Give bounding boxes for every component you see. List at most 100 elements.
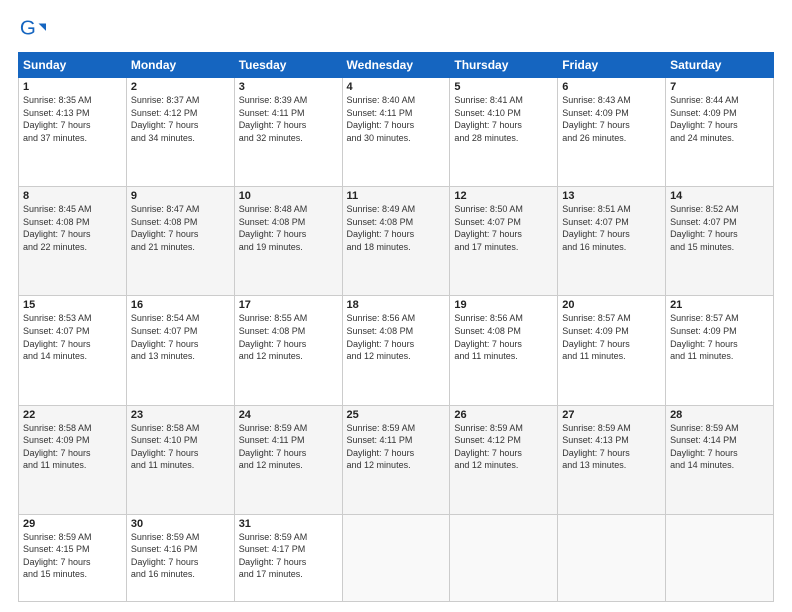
day-cell: 16 Sunrise: 8:54 AM Sunset: 4:07 PM Dayli… (126, 296, 234, 405)
day-info: Sunrise: 8:49 AM Sunset: 4:08 PM Dayligh… (347, 204, 416, 252)
day-info: Sunrise: 8:59 AM Sunset: 4:11 PM Dayligh… (347, 423, 416, 471)
day-cell: 14 Sunrise: 8:52 AM Sunset: 4:07 PM Dayli… (666, 187, 774, 296)
day-cell (342, 514, 450, 601)
day-number: 2 (131, 81, 230, 93)
day-info: Sunrise: 8:55 AM Sunset: 4:08 PM Dayligh… (239, 313, 308, 361)
week-row-1: 1 Sunrise: 8:35 AM Sunset: 4:13 PM Daylig… (19, 78, 774, 187)
day-number: 14 (670, 190, 769, 202)
day-cell: 17 Sunrise: 8:55 AM Sunset: 4:08 PM Dayli… (234, 296, 342, 405)
week-row-5: 29Sunrise: 8:59 AM Sunset: 4:15 PM Dayli… (19, 514, 774, 601)
day-number: 15 (23, 299, 122, 311)
day-cell: 2 Sunrise: 8:37 AM Sunset: 4:12 PM Daylig… (126, 78, 234, 187)
day-cell: 20 Sunrise: 8:57 AM Sunset: 4:09 PM Dayli… (558, 296, 666, 405)
page: G SundayMondayTuesdayWednesdayThursdayFr… (0, 0, 792, 612)
day-number: 1 (23, 81, 122, 93)
day-number: 11 (347, 190, 446, 202)
day-cell: 10Sunrise: 8:48 AM Sunset: 4:08 PM Dayli… (234, 187, 342, 296)
day-cell: 6 Sunrise: 8:43 AM Sunset: 4:09 PM Daylig… (558, 78, 666, 187)
day-number: 8 (23, 190, 122, 202)
day-cell: 18Sunrise: 8:56 AM Sunset: 4:08 PM Dayli… (342, 296, 450, 405)
weekday-monday: Monday (126, 53, 234, 78)
weekday-sunday: Sunday (19, 53, 127, 78)
day-number: 24 (239, 409, 338, 421)
day-info: Sunrise: 8:58 AM Sunset: 4:10 PM Dayligh… (131, 423, 200, 471)
day-info: Sunrise: 8:53 AM Sunset: 4:07 PM Dayligh… (23, 313, 92, 361)
day-cell: 30 Sunrise: 8:59 AM Sunset: 4:16 PM Dayli… (126, 514, 234, 601)
day-info: Sunrise: 8:47 AM Sunset: 4:08 PM Dayligh… (131, 204, 200, 252)
day-info: Sunrise: 8:59 AM Sunset: 4:13 PM Dayligh… (562, 423, 631, 471)
day-number: 17 (239, 299, 338, 311)
day-number: 10 (239, 190, 338, 202)
day-cell: 1 Sunrise: 8:35 AM Sunset: 4:13 PM Daylig… (19, 78, 127, 187)
weekday-header-row: SundayMondayTuesdayWednesdayThursdayFrid… (19, 53, 774, 78)
day-info: Sunrise: 8:44 AM Sunset: 4:09 PM Dayligh… (670, 95, 739, 143)
weekday-friday: Friday (558, 53, 666, 78)
day-number: 12 (454, 190, 553, 202)
logo: G (18, 16, 50, 44)
day-info: Sunrise: 8:50 AM Sunset: 4:07 PM Dayligh… (454, 204, 523, 252)
day-info: Sunrise: 8:59 AM Sunset: 4:16 PM Dayligh… (131, 532, 200, 580)
day-cell (558, 514, 666, 601)
day-info: Sunrise: 8:57 AM Sunset: 4:09 PM Dayligh… (562, 313, 631, 361)
day-cell: 4Sunrise: 8:40 AM Sunset: 4:11 PM Daylig… (342, 78, 450, 187)
day-cell: 7 Sunrise: 8:44 AM Sunset: 4:09 PM Daylig… (666, 78, 774, 187)
day-cell: 25 Sunrise: 8:59 AM Sunset: 4:11 PM Dayli… (342, 405, 450, 514)
day-cell: 8 Sunrise: 8:45 AM Sunset: 4:08 PM Daylig… (19, 187, 127, 296)
day-number: 30 (131, 518, 230, 530)
day-number: 21 (670, 299, 769, 311)
day-number: 18 (347, 299, 446, 311)
day-cell: 26Sunrise: 8:59 AM Sunset: 4:12 PM Dayli… (450, 405, 558, 514)
day-info: Sunrise: 8:52 AM Sunset: 4:07 PM Dayligh… (670, 204, 739, 252)
day-info: Sunrise: 8:59 AM Sunset: 4:11 PM Dayligh… (239, 423, 308, 471)
day-number: 25 (347, 409, 446, 421)
week-row-3: 15 Sunrise: 8:53 AM Sunset: 4:07 PM Dayli… (19, 296, 774, 405)
day-info: Sunrise: 8:37 AM Sunset: 4:12 PM Dayligh… (131, 95, 200, 143)
day-info: Sunrise: 8:43 AM Sunset: 4:09 PM Dayligh… (562, 95, 631, 143)
day-cell: 9 Sunrise: 8:47 AM Sunset: 4:08 PM Daylig… (126, 187, 234, 296)
day-cell: 22 Sunrise: 8:58 AM Sunset: 4:09 PM Dayli… (19, 405, 127, 514)
day-cell: 27 Sunrise: 8:59 AM Sunset: 4:13 PM Dayli… (558, 405, 666, 514)
calendar-table: SundayMondayTuesdayWednesdayThursdayFrid… (18, 52, 774, 602)
day-info: Sunrise: 8:40 AM Sunset: 4:11 PM Dayligh… (347, 95, 416, 143)
day-info: Sunrise: 8:58 AM Sunset: 4:09 PM Dayligh… (23, 423, 92, 471)
day-number: 5 (454, 81, 553, 93)
day-info: Sunrise: 8:45 AM Sunset: 4:08 PM Dayligh… (23, 204, 92, 252)
day-number: 23 (131, 409, 230, 421)
day-number: 22 (23, 409, 122, 421)
svg-text:G: G (20, 17, 36, 40)
day-number: 26 (454, 409, 553, 421)
day-number: 3 (239, 81, 338, 93)
day-number: 7 (670, 81, 769, 93)
weekday-wednesday: Wednesday (342, 53, 450, 78)
day-number: 31 (239, 518, 338, 530)
day-info: Sunrise: 8:54 AM Sunset: 4:07 PM Dayligh… (131, 313, 200, 361)
day-cell (450, 514, 558, 601)
day-number: 19 (454, 299, 553, 311)
day-info: Sunrise: 8:56 AM Sunset: 4:08 PM Dayligh… (454, 313, 523, 361)
day-number: 16 (131, 299, 230, 311)
day-cell: 31 Sunrise: 8:59 AM Sunset: 4:17 PM Dayli… (234, 514, 342, 601)
logo-icon: G (18, 16, 46, 44)
day-number: 6 (562, 81, 661, 93)
day-number: 9 (131, 190, 230, 202)
week-row-4: 22 Sunrise: 8:58 AM Sunset: 4:09 PM Dayli… (19, 405, 774, 514)
day-cell: 24 Sunrise: 8:59 AM Sunset: 4:11 PM Dayli… (234, 405, 342, 514)
day-info: Sunrise: 8:59 AM Sunset: 4:17 PM Dayligh… (239, 532, 308, 580)
day-info: Sunrise: 8:57 AM Sunset: 4:09 PM Dayligh… (670, 313, 739, 361)
day-info: Sunrise: 8:51 AM Sunset: 4:07 PM Dayligh… (562, 204, 631, 252)
weekday-thursday: Thursday (450, 53, 558, 78)
day-number: 20 (562, 299, 661, 311)
day-cell: 15 Sunrise: 8:53 AM Sunset: 4:07 PM Dayli… (19, 296, 127, 405)
weekday-tuesday: Tuesday (234, 53, 342, 78)
header: G (18, 16, 774, 44)
day-info: Sunrise: 8:39 AM Sunset: 4:11 PM Dayligh… (239, 95, 308, 143)
day-number: 27 (562, 409, 661, 421)
day-info: Sunrise: 8:59 AM Sunset: 4:14 PM Dayligh… (670, 423, 739, 471)
day-cell: 12 Sunrise: 8:50 AM Sunset: 4:07 PM Dayli… (450, 187, 558, 296)
day-cell: 19 Sunrise: 8:56 AM Sunset: 4:08 PM Dayli… (450, 296, 558, 405)
week-row-2: 8 Sunrise: 8:45 AM Sunset: 4:08 PM Daylig… (19, 187, 774, 296)
day-info: Sunrise: 8:35 AM Sunset: 4:13 PM Dayligh… (23, 95, 92, 143)
day-info: Sunrise: 8:41 AM Sunset: 4:10 PM Dayligh… (454, 95, 523, 143)
day-cell (666, 514, 774, 601)
day-cell: 5 Sunrise: 8:41 AM Sunset: 4:10 PM Daylig… (450, 78, 558, 187)
